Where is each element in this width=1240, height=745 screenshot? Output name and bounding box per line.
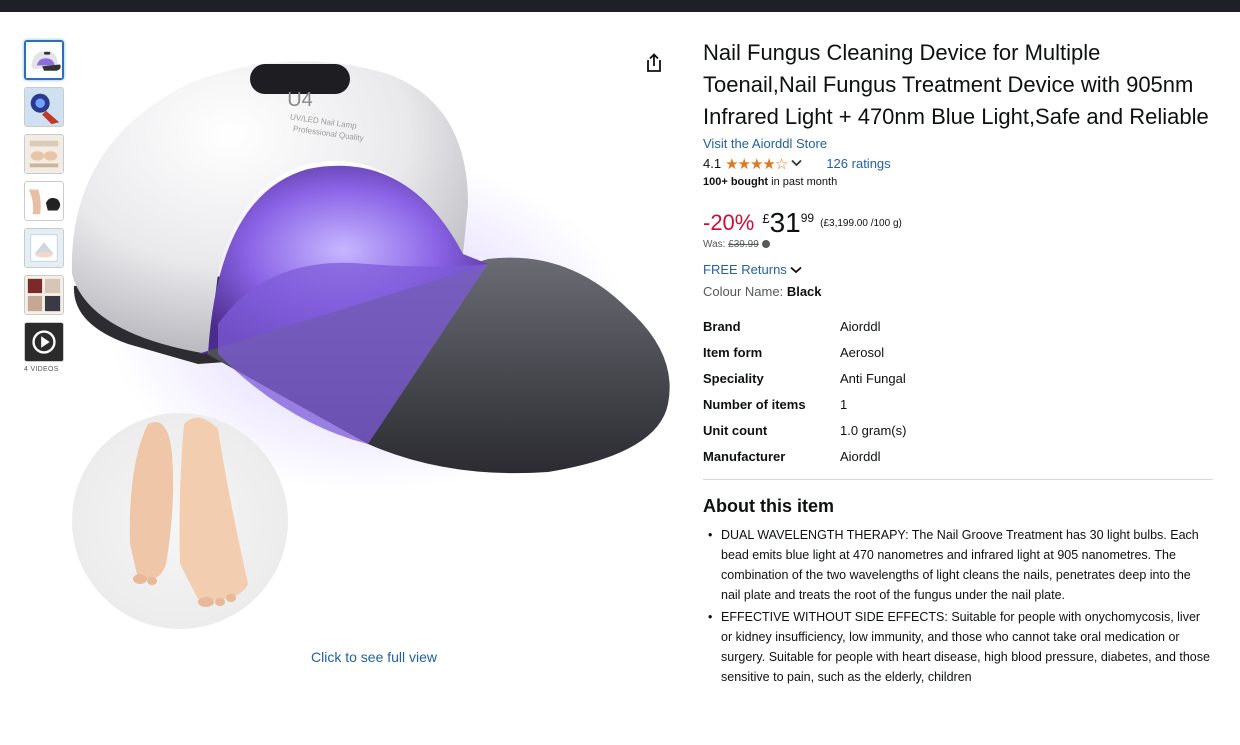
colour-name: Colour Name: Black <box>703 284 1218 299</box>
colour-label: Colour Name: <box>703 284 787 299</box>
bought-in-past-month: 100+ bought in past month <box>703 176 1218 188</box>
share-icon[interactable] <box>643 52 665 74</box>
spec-value: 1.0 gram(s) <box>840 422 907 438</box>
colour-value: Black <box>786 284 822 299</box>
ratings-count-link[interactable]: 126 ratings <box>826 156 890 171</box>
divider <box>703 479 1213 480</box>
store-link[interactable]: Visit the Aiorddl Store <box>703 135 1218 152</box>
free-returns-link[interactable]: FREE Returns <box>703 262 1218 277</box>
about-heading: About this item <box>703 496 834 516</box>
main-product-image[interactable]: U4 UV/LED Nail Lamp Professional Quality <box>68 24 680 644</box>
spec-key: Item form <box>703 344 763 360</box>
spec-key: Unit count <box>703 422 768 438</box>
thumbnail-5[interactable] <box>24 228 64 268</box>
star-rating-icon[interactable]: ★★★★☆ <box>725 155 788 173</box>
was-label: Was: <box>703 239 729 250</box>
chevron-down-icon[interactable] <box>791 158 802 170</box>
thumbnail-3[interactable] <box>24 134 64 174</box>
discount-percent: -20% <box>703 210 755 235</box>
spec-key: Manufacturer <box>703 448 786 464</box>
list-item: EFFECTIVE WITHOUT SIDE EFFECTS: Suitable… <box>703 607 1213 687</box>
list-item: DUAL WAVELENGTH THERAPY: The Nail Groove… <box>703 525 1213 605</box>
table-row: Number of items 1 <box>703 391 906 417</box>
unit-price: (£3,199.00 /100 g) <box>820 218 902 229</box>
product-specs-table: Brand Aiorddl Item form Aerosol Speciality… <box>703 313 906 469</box>
brand-model-text: U4 <box>287 89 313 111</box>
spec-value: 1 <box>840 396 848 412</box>
about-bullets: DUAL WAVELENGTH THERAPY: The Nail Groove… <box>703 525 1213 687</box>
thumbnail-2[interactable] <box>24 87 64 127</box>
table-row: Brand Aiorddl <box>703 313 906 339</box>
chevron-down-icon <box>790 266 803 274</box>
bought-count: 100+ bought <box>703 176 769 188</box>
thumbnail-1[interactable] <box>24 40 64 80</box>
free-returns-label: FREE Returns <box>703 262 787 277</box>
rating-value: 4.1 <box>703 156 722 171</box>
spec-value: Anti Fungal <box>840 370 906 386</box>
product-title: Nail Fungus Cleaning Device for Multiple… <box>703 40 1209 129</box>
spec-key: Brand <box>703 318 741 334</box>
top-bar <box>0 0 1240 12</box>
info-icon[interactable] <box>761 240 770 249</box>
table-row: Speciality Anti Fungal <box>703 365 906 391</box>
bought-period: in past month <box>768 176 838 188</box>
table-row: Item form Aerosol <box>703 339 906 365</box>
thumbnail-4[interactable] <box>24 181 64 221</box>
was-price-value: £39.99 <box>728 239 759 250</box>
product-details: Nail Fungus Cleaning Device for Multiple… <box>703 37 1218 689</box>
table-row: Unit count 1.0 gram(s) <box>703 417 906 443</box>
price-currency: £ <box>762 211 770 226</box>
table-row: Manufacturer Aiorddl <box>703 443 906 469</box>
spec-value: Aiorddl <box>840 448 881 464</box>
spec-value: Aiorddl <box>840 318 881 334</box>
spec-key: Number of items <box>703 396 806 412</box>
price-fraction: 99 <box>800 211 815 225</box>
thumbnail-strip: 4 VIDEOS <box>24 40 66 373</box>
video-count-label: 4 VIDEOS <box>24 366 59 373</box>
spec-value: Aerosol <box>840 344 885 360</box>
full-view-link[interactable]: Click to see full view <box>311 649 437 665</box>
rating-row: 4.1 ★★★★☆ 126 ratings <box>703 154 1218 173</box>
video-thumbnail[interactable] <box>24 322 64 362</box>
was-price: Was: £39.99 <box>703 239 1218 250</box>
price-block: -20% £ 31 99 (£3,199.00 /100 g) <box>703 209 1218 239</box>
spec-key: Speciality <box>703 370 764 386</box>
price-whole: 31 <box>769 207 801 238</box>
thumbnail-6[interactable] <box>24 275 64 315</box>
